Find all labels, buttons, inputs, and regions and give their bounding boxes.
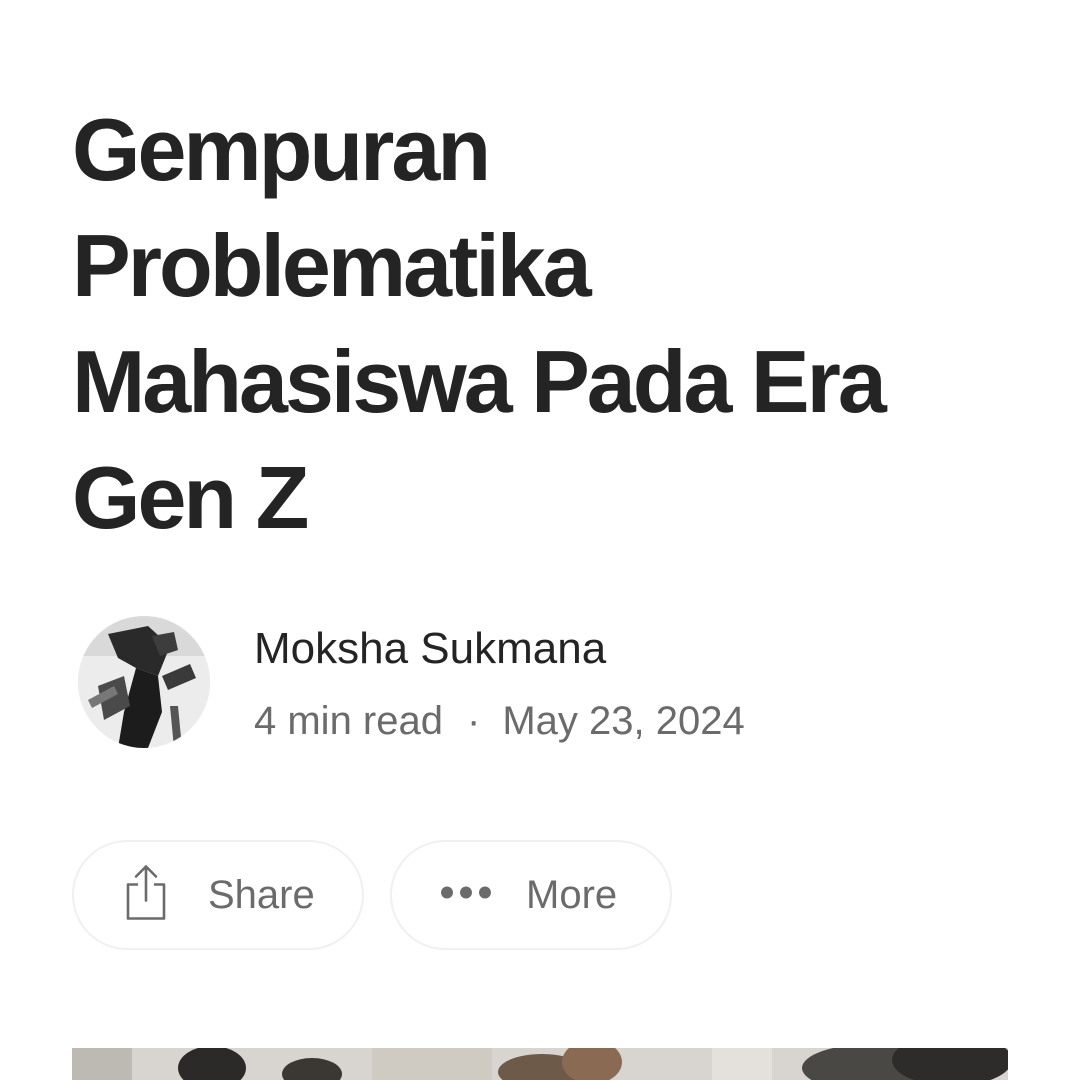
article-title: Gempuran Problematika Mahasiswa Pada Era… bbox=[72, 92, 1012, 556]
share-icon bbox=[122, 863, 170, 928]
author-name[interactable]: Moksha Sukmana bbox=[254, 622, 606, 676]
read-time: 4 min read bbox=[254, 699, 443, 743]
publish-date: May 23, 2024 bbox=[502, 699, 745, 743]
share-label: Share bbox=[208, 873, 315, 917]
more-label: More bbox=[526, 873, 618, 917]
author-row: Moksha Sukmana 4 min read · May 23, 2024 bbox=[78, 616, 798, 750]
article-meta: 4 min read · May 23, 2024 bbox=[254, 696, 745, 746]
article-title-line: Mahasiswa Pada Era bbox=[72, 332, 887, 431]
share-button[interactable]: Share bbox=[72, 840, 364, 950]
author-avatar[interactable] bbox=[78, 616, 210, 748]
more-dots-icon bbox=[440, 885, 492, 906]
hero-image bbox=[72, 1048, 1008, 1080]
meta-separator: · bbox=[466, 699, 481, 743]
article-title-line: Gempuran bbox=[72, 100, 491, 199]
author-photo-icon bbox=[78, 616, 210, 748]
more-button[interactable]: More bbox=[390, 840, 672, 950]
article-title-line: Gen Z bbox=[72, 448, 309, 547]
article-title-line: Problematika bbox=[72, 216, 592, 315]
